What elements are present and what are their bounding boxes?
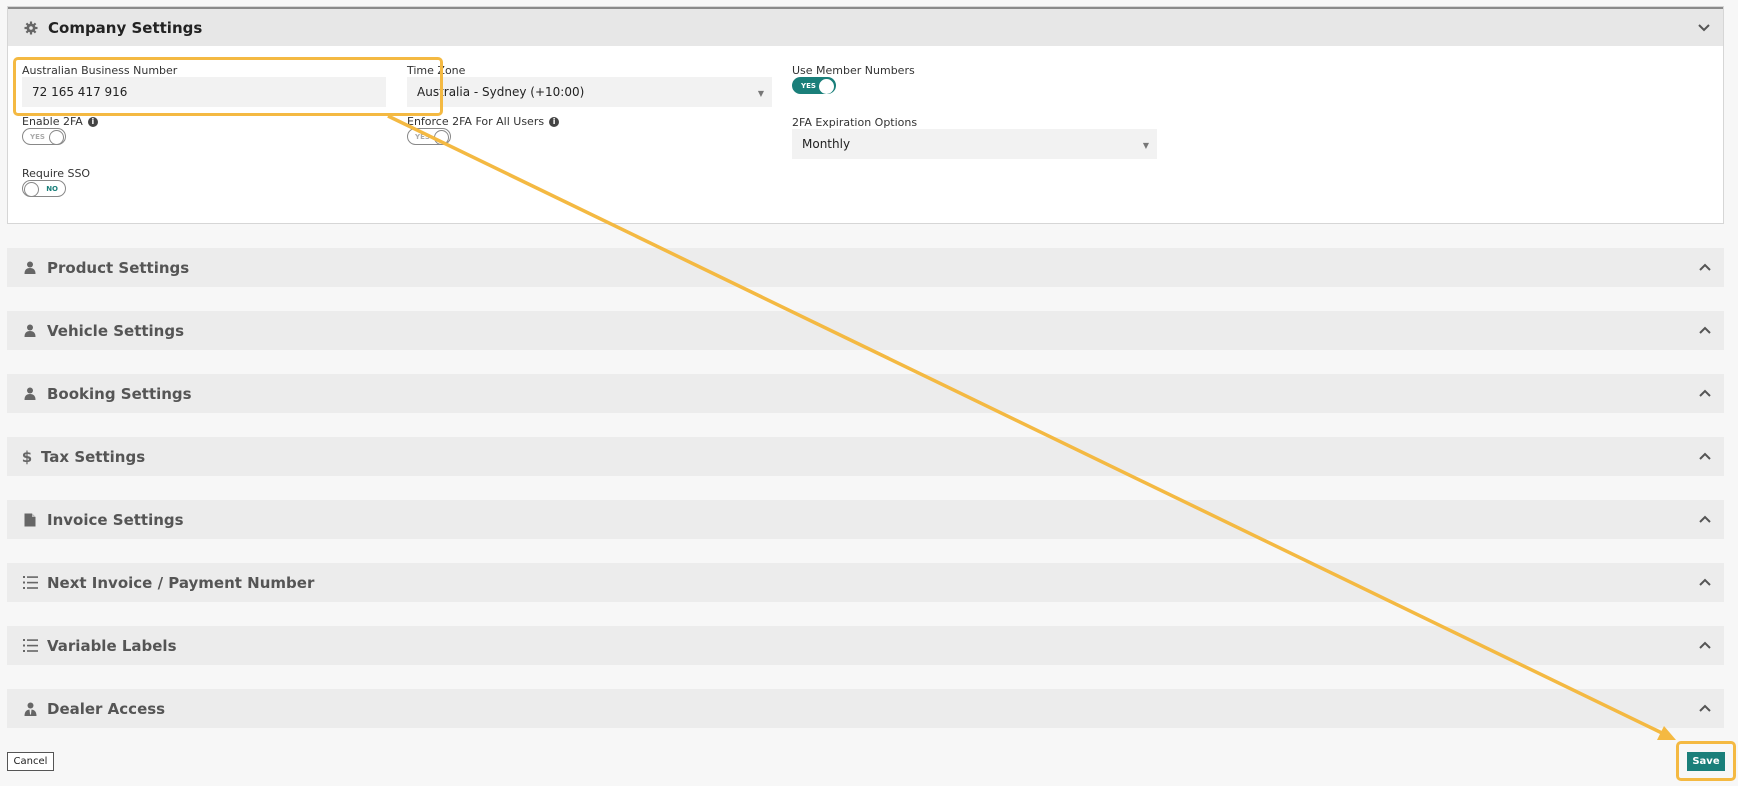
tax-settings-header[interactable]: $ Tax Settings <box>7 437 1724 476</box>
chevron-up-icon[interactable] <box>1696 699 1714 717</box>
enable-2fa-label-text: Enable 2FA <box>22 115 83 128</box>
chevron-up-icon[interactable] <box>1696 636 1714 654</box>
user-icon <box>21 259 39 277</box>
product-settings-header[interactable]: Product Settings <box>7 248 1724 287</box>
chevron-up-icon[interactable] <box>1696 573 1714 591</box>
user-icon <box>21 322 39 340</box>
caret-down-icon: ▼ <box>1142 141 1149 150</box>
chevron-up-icon[interactable] <box>1696 384 1714 402</box>
expiration-label: 2FA Expiration Options <box>792 116 918 129</box>
member-numbers-label: Use Member Numbers <box>792 64 915 77</box>
dollar-icon: $ <box>21 447 33 466</box>
save-highlight-box <box>1676 741 1736 781</box>
company-settings-title: Company Settings <box>48 18 203 37</box>
enable-2fa-toggle-label: YES <box>30 133 45 141</box>
info-icon[interactable]: i <box>87 117 98 127</box>
chevron-up-icon[interactable] <box>1696 510 1714 528</box>
enforce-2fa-label: Enforce 2FA For All Users i <box>407 115 560 128</box>
invoice-settings-header[interactable]: Invoice Settings <box>7 500 1724 539</box>
timezone-select[interactable]: Australia - Sydney (+10:00) ▼ <box>407 77 772 107</box>
user-icon <box>21 385 39 403</box>
next-invoice-panel[interactable]: Next Invoice / Payment Number <box>7 563 1724 602</box>
section-title: Invoice Settings <box>47 510 184 529</box>
section-title: Product Settings <box>47 258 190 277</box>
caret-down-icon: ▼ <box>757 89 764 98</box>
toggle-knob <box>49 130 64 145</box>
company-settings-header[interactable]: Company Settings <box>8 7 1723 46</box>
abn-highlight-box <box>13 57 443 116</box>
booking-settings-panel[interactable]: Booking Settings <box>7 374 1724 413</box>
product-settings-panel[interactable]: Product Settings <box>7 248 1724 287</box>
tax-settings-panel[interactable]: $ Tax Settings <box>7 437 1724 476</box>
file-icon <box>21 511 39 529</box>
dealer-access-panel[interactable]: Dealer Access <box>7 689 1724 728</box>
expiration-select[interactable]: Monthly ▼ <box>792 129 1157 159</box>
toggle-knob <box>434 130 449 145</box>
user-tie-icon <box>21 700 39 718</box>
enforce-2fa-label-text: Enforce 2FA For All Users <box>407 115 545 128</box>
chevron-up-icon[interactable] <box>1696 321 1714 339</box>
section-title: Dealer Access <box>47 699 166 718</box>
info-icon[interactable]: i <box>549 117 560 127</box>
variable-labels-panel[interactable]: Variable Labels <box>7 626 1724 665</box>
section-title: Next Invoice / Payment Number <box>47 573 315 592</box>
invoice-settings-panel[interactable]: Invoice Settings <box>7 500 1724 539</box>
section-title: Booking Settings <box>47 384 192 403</box>
section-title: Vehicle Settings <box>47 321 185 340</box>
vehicle-settings-header[interactable]: Vehicle Settings <box>7 311 1724 350</box>
require-sso-label: Require SSO <box>22 167 91 180</box>
chevron-up-icon[interactable] <box>1696 447 1714 465</box>
require-sso-toggle[interactable]: NO <box>22 180 66 197</box>
member-numbers-toggle[interactable]: YES <box>792 77 836 94</box>
enable-2fa-toggle[interactable]: YES <box>22 128 66 145</box>
enforce-2fa-toggle-label: YES <box>415 133 430 141</box>
chevron-up-icon[interactable] <box>1696 258 1714 276</box>
enforce-2fa-toggle[interactable]: YES <box>407 128 451 145</box>
toggle-knob <box>24 182 39 197</box>
list-icon <box>21 637 39 655</box>
next-invoice-header[interactable]: Next Invoice / Payment Number <box>7 563 1724 602</box>
toggle-knob <box>819 79 834 94</box>
booking-settings-header[interactable]: Booking Settings <box>7 374 1724 413</box>
require-sso-toggle-label: NO <box>46 185 58 193</box>
section-title: Tax Settings <box>41 447 146 466</box>
enable-2fa-label: Enable 2FA i <box>22 115 98 128</box>
expiration-value: Monthly <box>802 137 851 151</box>
member-numbers-toggle-label: YES <box>801 82 816 90</box>
cancel-button[interactable]: Cancel <box>7 752 54 771</box>
dealer-access-header[interactable]: Dealer Access <box>7 689 1724 728</box>
chevron-down-icon[interactable] <box>1695 19 1713 37</box>
list-icon <box>21 574 39 592</box>
vehicle-settings-panel[interactable]: Vehicle Settings <box>7 311 1724 350</box>
variable-labels-header[interactable]: Variable Labels <box>7 626 1724 665</box>
section-title: Variable Labels <box>47 636 177 655</box>
gear-icon <box>22 19 40 37</box>
